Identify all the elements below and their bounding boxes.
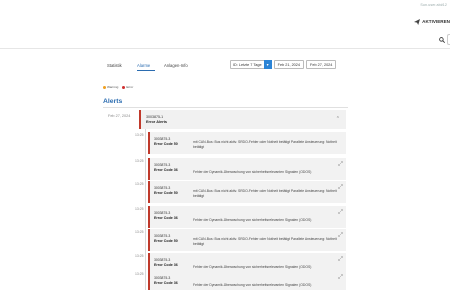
expand-icon[interactable] bbox=[338, 232, 343, 237]
alert-id: 3003875-3 bbox=[154, 276, 171, 280]
divider bbox=[0, 48, 450, 49]
alert-time: 13:25 bbox=[135, 254, 144, 258]
alert-group-header[interactable]: 3003875-1 Error Alerts ⌃ bbox=[139, 110, 346, 129]
alert-id: 3003875-3 bbox=[154, 234, 171, 238]
alert-message: mit CAN-Bus: Bus nicht aktiv. SRDO-Fehle… bbox=[193, 189, 337, 198]
alert-id: 3003875-3 bbox=[154, 137, 171, 141]
alert-item[interactable]: 13:25 3003875-3 Error Code 36 Fehler der… bbox=[135, 271, 346, 290]
expand-icon[interactable] bbox=[338, 274, 343, 279]
tab-bar: Statistik Alarme Anlagen-Info bbox=[107, 62, 204, 71]
top-bar: Sun.user.ab#12 AKTIVIEREN bbox=[0, 0, 450, 28]
range-select-value: ID: Letzte 7 Tage bbox=[233, 62, 262, 67]
app-root: Sun.user.ab#12 AKTIVIEREN Statistik Alar… bbox=[0, 0, 450, 290]
alert-id: 3003875-3 bbox=[154, 258, 171, 262]
expand-icon[interactable] bbox=[338, 209, 343, 214]
alert-code: Error Code 50 bbox=[154, 191, 178, 195]
timeline-line bbox=[145, 129, 146, 290]
page-title: Alerts bbox=[103, 98, 123, 105]
activate-label: AKTIVIEREN bbox=[422, 19, 450, 24]
alert-message: mit CAN-Bus: Bus nicht aktiv. SRDO-Fehle… bbox=[193, 237, 337, 246]
alert-id: 3003875-3 bbox=[154, 186, 171, 190]
alert-id: 3003875-3 bbox=[154, 211, 171, 215]
alert-code: Error Code 50 bbox=[154, 142, 178, 146]
legend-error: Error bbox=[122, 85, 133, 89]
chevron-down-icon[interactable]: ▾ bbox=[263, 59, 272, 69]
alert-message: Fehler der Dynamik-Überwachung von siche… bbox=[193, 283, 312, 287]
alert-time: 13:25 bbox=[135, 133, 144, 137]
search-icon[interactable] bbox=[439, 37, 445, 43]
alert-item[interactable]: 13:25 3003875-3 Error Code 50 mit CAN-Bu… bbox=[135, 132, 346, 154]
alert-id: 3003875-3 bbox=[154, 163, 171, 167]
legend-warning: Warning bbox=[103, 85, 118, 89]
alert-item[interactable]: 13:25 3003875-3 Error Code 36 Fehler der… bbox=[135, 158, 346, 180]
group-id: 3003875-1 bbox=[146, 115, 164, 119]
alert-code: Error Code 36 bbox=[154, 263, 178, 267]
legend: Warning Error bbox=[103, 85, 133, 89]
alert-item[interactable]: 13:25 3003875-3 Error Code 50 mit CAN-Bu… bbox=[135, 229, 346, 251]
alert-time: 13:25 bbox=[135, 159, 144, 163]
chevron-up-icon[interactable]: ⌃ bbox=[336, 116, 340, 122]
alert-message: mit CAN-Bus: Bus nicht aktiv. SRDO-Fehle… bbox=[193, 140, 337, 149]
alert-message: Fehler der Dynamik-Überwachung von siche… bbox=[193, 265, 312, 269]
alert-code: Error Code 50 bbox=[154, 239, 178, 243]
alert-item[interactable]: 13:25 3003875-3 Error Code 50 mit CAN-Bu… bbox=[135, 181, 346, 203]
alert-message: Fehler der Dynamik-Überwachung von siche… bbox=[193, 170, 312, 174]
alert-time: 13:25 bbox=[135, 230, 144, 234]
error-dot-icon bbox=[122, 85, 126, 89]
send-icon bbox=[414, 18, 421, 25]
expand-icon[interactable] bbox=[338, 161, 343, 166]
filter-bar: ID: Letzte 7 Tage ▾ Feb 21, 2024 Feb 27,… bbox=[230, 59, 337, 69]
tab-anlagen-info[interactable]: Anlagen-Info bbox=[164, 62, 204, 70]
date-from-field[interactable]: Feb 21, 2024 bbox=[273, 60, 305, 69]
tab-statistik[interactable]: Statistik bbox=[107, 62, 137, 70]
alert-code: Error Code 36 bbox=[154, 168, 178, 172]
alert-time: 13:25 bbox=[135, 272, 144, 276]
alert-message: Fehler der Dynamik-Überwachung von siche… bbox=[193, 218, 312, 222]
expand-icon[interactable] bbox=[338, 256, 343, 261]
title-divider bbox=[103, 107, 348, 108]
activate-button[interactable]: AKTIVIEREN bbox=[414, 17, 450, 26]
alert-time: 13:25 bbox=[135, 182, 144, 186]
alert-code: Error Code 36 bbox=[154, 281, 178, 285]
alert-item[interactable]: 13:25 3003875-3 Error Code 36 Fehler der… bbox=[135, 206, 346, 228]
alert-time: 13:25 bbox=[135, 207, 144, 211]
date-to-field[interactable]: Feb 27, 2024 bbox=[306, 60, 337, 69]
search-row bbox=[0, 31, 450, 49]
alert-code: Error Code 36 bbox=[154, 216, 178, 220]
expand-icon[interactable] bbox=[338, 184, 343, 189]
warning-dot-icon bbox=[103, 85, 106, 89]
range-select[interactable]: ID: Letzte 7 Tage ▾ bbox=[230, 59, 272, 69]
tab-alarme[interactable]: Alarme bbox=[137, 62, 164, 71]
group-date: Feb 27, 2024 bbox=[108, 114, 131, 118]
group-label: Error Alerts bbox=[146, 120, 167, 124]
user-label: Sun.user.ab#12 bbox=[420, 3, 447, 7]
